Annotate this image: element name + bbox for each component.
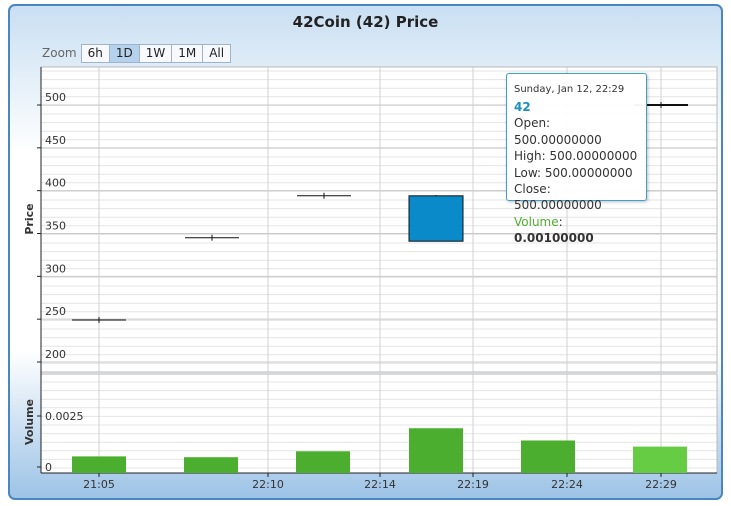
volume-bar	[633, 446, 687, 473]
tooltip-volume: Volume: 0.00100000	[514, 214, 594, 246]
candle-body	[408, 195, 464, 242]
price-tick-label: 500	[45, 91, 66, 104]
tooltip-volume-value: 0.00100000	[514, 231, 594, 246]
volume-pane-bg	[41, 374, 717, 473]
volume-bar	[72, 456, 126, 473]
time-tick-label: 22:29	[645, 478, 677, 491]
volume-bar	[184, 457, 238, 473]
candle-tooltip: Sunday, Jan 12, 22:29 42 Open: 500.00000…	[506, 73, 647, 245]
price-axis-title: Price	[23, 203, 36, 234]
volume-bar	[296, 451, 350, 473]
time-tick-label: 22:24	[551, 478, 583, 491]
volume-tick-label: 0	[45, 461, 52, 474]
time-tick-label: 22:19	[457, 478, 489, 491]
time-tick-label: 21:05	[83, 478, 115, 491]
volume-axis-title: Volume	[23, 399, 36, 445]
tooltip-open: Open: 500.00000000	[514, 116, 602, 147]
price-tick-label: 300	[45, 262, 66, 275]
tooltip-date: Sunday, Jan 12, 22:29	[514, 84, 625, 95]
tooltip-volume-label: Volume	[514, 214, 559, 229]
tooltip-low: Low: 500.00000000	[514, 165, 633, 180]
time-tick-label: 22:10	[252, 478, 284, 491]
price-tick-label: 350	[45, 220, 66, 233]
tooltip-close: Close: 500.00000000	[514, 182, 602, 213]
tooltip-high: High: 500.00000000	[514, 149, 638, 164]
volume-bar	[521, 440, 575, 473]
tooltip-series: 42	[514, 100, 531, 114]
volume-tick-label: 0.0025	[45, 410, 84, 423]
time-tick-label: 22:14	[364, 478, 396, 491]
price-tick-label: 200	[45, 348, 66, 361]
price-tick-label: 400	[45, 177, 66, 190]
volume-bar	[409, 428, 463, 473]
price-tick-label: 250	[45, 305, 66, 318]
price-tick-label: 450	[45, 134, 66, 147]
